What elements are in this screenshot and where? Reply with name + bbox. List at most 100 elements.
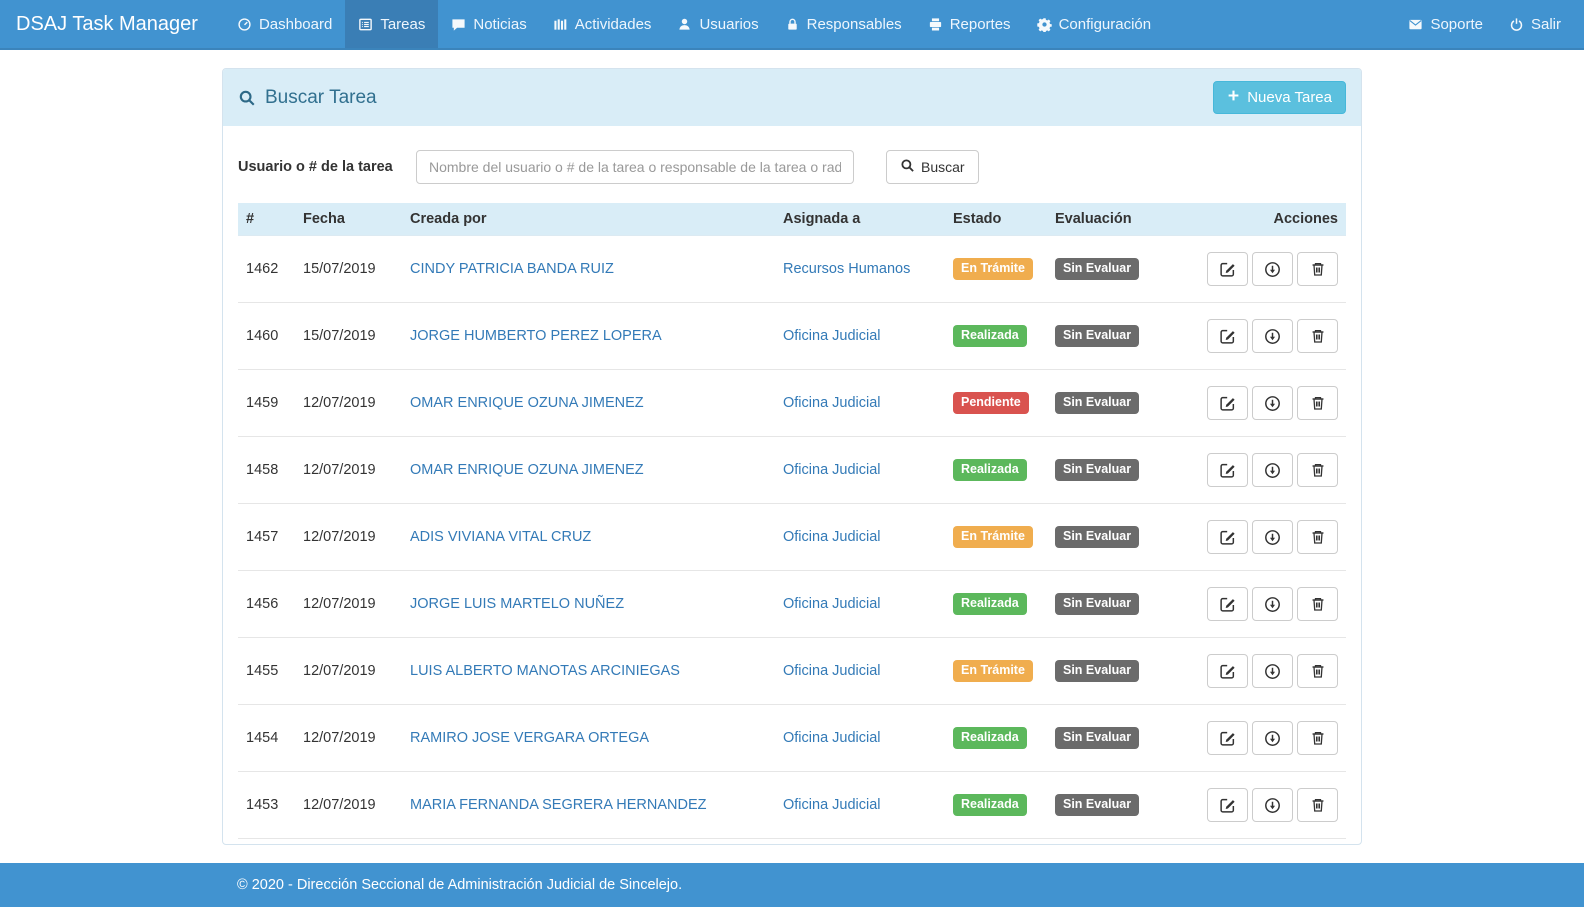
nav-item-soporte[interactable]: Soporte — [1395, 0, 1496, 48]
download-task-button[interactable] — [1252, 788, 1293, 822]
edit-task-button[interactable] — [1207, 319, 1248, 353]
task-creator-link[interactable]: JORGE LUIS MARTELO NUÑEZ — [410, 596, 624, 612]
status-badge: Realizada — [953, 794, 1027, 816]
evaluation-badge: Sin Evaluar — [1055, 794, 1139, 816]
edit-task-button[interactable] — [1207, 453, 1248, 487]
task-creator-link[interactable]: CINDY PATRICIA BANDA RUIZ — [410, 261, 614, 277]
task-creator-link[interactable]: OMAR ENRIQUE OZUNA JIMENEZ — [410, 462, 644, 478]
download-task-button[interactable] — [1252, 721, 1293, 755]
edit-icon — [1219, 395, 1236, 412]
nav-item-salir[interactable]: Salir — [1496, 0, 1574, 48]
nav-item-tareas[interactable]: Tareas — [345, 0, 438, 48]
page-title-text: Buscar Tarea — [265, 87, 377, 109]
evaluation-badge: Sin Evaluar — [1055, 593, 1139, 615]
col-header-estado: Estado — [945, 203, 1047, 236]
task-assignee-link[interactable]: Oficina Judicial — [783, 663, 881, 679]
col-header-id: # — [238, 203, 295, 236]
nav-item-dashboard[interactable]: Dashboard — [224, 0, 345, 48]
task-date: 12/07/2019 — [295, 370, 402, 437]
col-header-fecha: Fecha — [295, 203, 402, 236]
search-icon — [238, 89, 256, 107]
task-date: 12/07/2019 — [295, 504, 402, 571]
task-date: 15/07/2019 — [295, 236, 402, 303]
task-creator-link[interactable]: ADIS VIVIANA VITAL CRUZ — [410, 529, 591, 545]
col-header-acciones: Acciones — [1190, 203, 1346, 236]
edit-task-button[interactable] — [1207, 252, 1248, 286]
download-task-button[interactable] — [1252, 386, 1293, 420]
nav-label: Tareas — [380, 16, 425, 33]
task-assignee-link[interactable]: Oficina Judicial — [783, 462, 881, 478]
dashboard-icon — [237, 17, 252, 32]
nav-item-noticias[interactable]: Noticias — [438, 0, 539, 48]
download-task-button[interactable] — [1252, 587, 1293, 621]
edit-icon — [1219, 261, 1236, 278]
status-badge: Realizada — [953, 459, 1027, 481]
task-assignee-link[interactable]: Oficina Judicial — [783, 730, 881, 746]
download-task-button[interactable] — [1252, 453, 1293, 487]
delete-task-button[interactable] — [1297, 788, 1338, 822]
delete-task-button[interactable] — [1297, 520, 1338, 554]
task-creator-link[interactable]: OMAR ENRIQUE OZUNA JIMENEZ — [410, 395, 644, 411]
table-row: 146215/07/2019CINDY PATRICIA BANDA RUIZR… — [238, 236, 1346, 303]
delete-task-button[interactable] — [1297, 721, 1338, 755]
delete-task-button[interactable] — [1297, 386, 1338, 420]
new-task-button[interactable]: Nueva Tarea — [1213, 81, 1346, 114]
trash-icon — [1310, 462, 1326, 478]
task-id: 1456 — [238, 571, 295, 638]
task-date: 12/07/2019 — [295, 571, 402, 638]
nav-item-configuracion[interactable]: Configuración — [1024, 0, 1165, 48]
task-creator-link[interactable]: JORGE HUMBERTO PEREZ LOPERA — [410, 328, 662, 344]
nav-item-responsables[interactable]: Responsables — [772, 0, 915, 48]
table-row: 145612/07/2019 JORGE LUIS MARTELO NUÑEZ Of… — [238, 571, 1346, 638]
task-assignee-link[interactable]: Recursos Humanos — [783, 261, 910, 277]
task-assignee-link[interactable]: Oficina Judicial — [783, 797, 881, 813]
navbar: DSAJ Task Manager Dashboard Tareas Notic… — [0, 0, 1584, 50]
trash-icon — [1310, 596, 1326, 612]
edit-icon — [1219, 663, 1236, 680]
edit-task-button[interactable] — [1207, 520, 1248, 554]
download-task-button[interactable] — [1252, 319, 1293, 353]
delete-task-button[interactable] — [1297, 453, 1338, 487]
app-brand[interactable]: DSAJ Task Manager — [16, 0, 198, 48]
evaluation-badge: Sin Evaluar — [1055, 727, 1139, 749]
nav-label: Soporte — [1430, 16, 1483, 33]
task-creator-link[interactable]: RAMIRO JOSE VERGARA ORTEGA — [410, 730, 649, 746]
edit-task-button[interactable] — [1207, 587, 1248, 621]
task-date: 12/07/2019 — [295, 638, 402, 705]
table-row: 145812/07/2019OMAR ENRIQUE OZUNA JIMENEZ… — [238, 437, 1346, 504]
trash-icon — [1310, 261, 1326, 277]
download-task-button[interactable] — [1252, 520, 1293, 554]
nav-item-reportes[interactable]: Reportes — [915, 0, 1024, 48]
evaluation-badge: Sin Evaluar — [1055, 660, 1139, 682]
task-creator-link[interactable]: MARIA FERNANDA SEGRERA HERNANDEZ — [410, 797, 707, 813]
nav-item-actividades[interactable]: Actividades — [540, 0, 665, 48]
evaluation-badge: Sin Evaluar — [1055, 392, 1139, 414]
edit-task-button[interactable] — [1207, 386, 1248, 420]
task-id: 1459 — [238, 370, 295, 437]
task-id: 1460 — [238, 303, 295, 370]
nav-label: Salir — [1531, 16, 1561, 33]
delete-task-button[interactable] — [1297, 252, 1338, 286]
task-assignee-link[interactable]: Oficina Judicial — [783, 596, 881, 612]
panel-body: Usuario o # de la tarea Buscar # — [223, 126, 1361, 845]
evaluation-badge: Sin Evaluar — [1055, 258, 1139, 280]
edit-task-button[interactable] — [1207, 788, 1248, 822]
delete-task-button[interactable] — [1297, 654, 1338, 688]
nav-item-usuarios[interactable]: Usuarios — [664, 0, 771, 48]
delete-task-button[interactable] — [1297, 319, 1338, 353]
task-assignee-link[interactable]: Oficina Judicial — [783, 529, 881, 545]
task-assignee-link[interactable]: Oficina Judicial — [783, 395, 881, 411]
edit-task-button[interactable] — [1207, 654, 1248, 688]
search-input[interactable] — [416, 150, 854, 184]
task-date: 12/07/2019 — [295, 437, 402, 504]
task-assignee-link[interactable]: Oficina Judicial — [783, 328, 881, 344]
status-badge: Pendiente — [953, 392, 1029, 414]
plus-icon — [1227, 89, 1240, 106]
edit-task-button[interactable] — [1207, 721, 1248, 755]
task-creator-link[interactable]: LUIS ALBERTO MANOTAS ARCINIEGAS — [410, 663, 680, 679]
download-task-button[interactable] — [1252, 654, 1293, 688]
download-task-button[interactable] — [1252, 252, 1293, 286]
delete-task-button[interactable] — [1297, 587, 1338, 621]
trash-icon — [1310, 797, 1326, 813]
search-button[interactable]: Buscar — [886, 150, 979, 184]
